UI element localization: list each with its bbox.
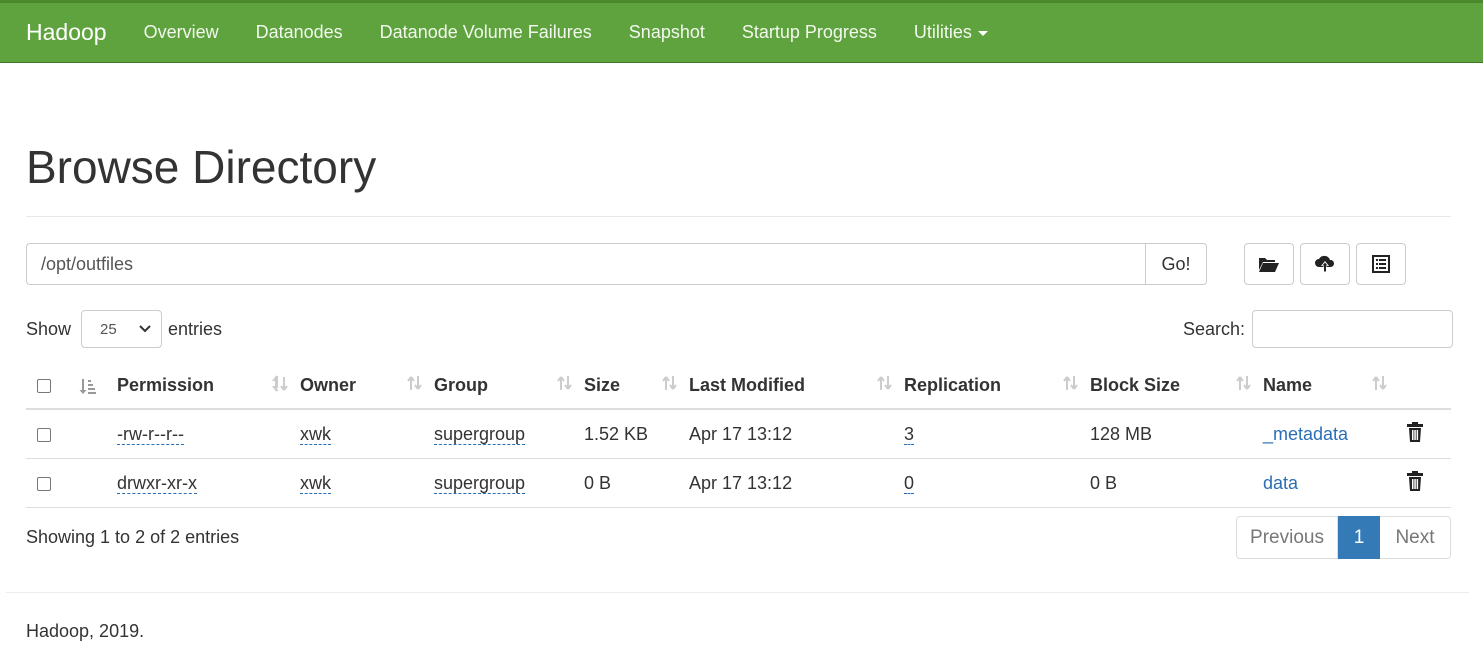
col-replication-label: Replication <box>904 374 1002 395</box>
upload-button[interactable] <box>1300 243 1350 285</box>
sort-icon <box>1371 374 1389 397</box>
previous-page-button[interactable]: Previous <box>1236 516 1338 559</box>
top-navbar: Hadoop Overview Datanodes Datanode Volum… <box>0 0 1483 63</box>
nav-startup-progress[interactable]: Startup Progress <box>742 22 877 43</box>
nav-datanodes[interactable]: Datanodes <box>256 22 343 43</box>
col-group-label: Group <box>434 374 488 395</box>
table-header-row: Permission Owner Group Size Last Modifie… <box>26 362 1451 410</box>
col-size[interactable]: Size <box>584 362 689 410</box>
sort-icon <box>876 374 894 397</box>
nav-utilities-label: Utilities <box>913 22 972 42</box>
page-title: Browse Directory <box>26 141 377 193</box>
row-checkbox[interactable] <box>37 427 51 442</box>
sort-icon <box>1062 374 1080 397</box>
sort-icon <box>406 374 424 397</box>
owner-editable[interactable]: xwk <box>300 472 331 494</box>
select-all-header <box>26 362 76 410</box>
trash-icon <box>1407 421 1423 442</box>
col-actions <box>1399 362 1451 410</box>
page-length-value: 25 <box>100 320 117 338</box>
col-owner[interactable]: Owner <box>300 362 434 410</box>
file-name-link[interactable]: _metadata <box>1263 424 1348 444</box>
group-editable[interactable]: supergroup <box>434 423 526 445</box>
col-permission[interactable]: Permission <box>117 362 300 410</box>
col-permission-label: Permission <box>117 374 215 395</box>
nav-overview[interactable]: Overview <box>144 22 219 43</box>
col-block-size[interactable]: Block Size <box>1090 362 1263 410</box>
title-divider <box>26 216 1451 217</box>
delete-button[interactable] <box>1407 421 1423 447</box>
last-modified-cell: Apr 17 13:12 <box>689 409 904 459</box>
col-last-modified-label: Last Modified <box>689 374 805 395</box>
sort-amount-asc-icon <box>79 378 96 394</box>
path-input[interactable] <box>26 243 1145 285</box>
size-cell: 1.52 KB <box>584 409 689 459</box>
search-control: Search: <box>1183 310 1454 348</box>
file-table: Permission Owner Group Size Last Modifie… <box>26 362 1451 508</box>
table-row: -rw-r--r-- xwk supergroup 1.52 KB Apr 17… <box>26 409 1451 459</box>
entries-label: entries <box>168 318 223 339</box>
nav-datanode-volume-failures[interactable]: Datanode Volume Failures <box>380 22 592 43</box>
block-size-cell: 0 B <box>1090 458 1263 508</box>
list-alt-icon <box>1372 255 1390 273</box>
sort-column-header[interactable] <box>76 362 117 410</box>
footer-divider <box>6 592 1469 593</box>
last-modified-cell: Apr 17 13:12 <box>689 458 904 508</box>
sort-icon <box>271 374 290 397</box>
search-input[interactable] <box>1252 310 1454 348</box>
size-cell: 0 B <box>584 458 689 508</box>
path-bar: Go! <box>26 243 1207 285</box>
trash-icon <box>1407 470 1423 491</box>
toolbar <box>1244 243 1406 285</box>
owner-editable[interactable]: xwk <box>300 423 331 445</box>
show-label: Show <box>26 318 72 339</box>
search-label: Search: <box>1183 318 1246 339</box>
table-info: Showing 1 to 2 of 2 entries <box>26 527 240 547</box>
col-group[interactable]: Group <box>434 362 584 410</box>
next-page-button[interactable]: Next <box>1380 516 1451 559</box>
cut-paste-list-button[interactable] <box>1356 243 1406 285</box>
nav-snapshot[interactable]: Snapshot <box>629 22 705 43</box>
page-length-control: Show 25 entries <box>26 310 222 348</box>
nav-utilities-dropdown[interactable]: Utilities <box>914 22 988 43</box>
go-button[interactable]: Go! <box>1145 243 1207 285</box>
page-length-select[interactable]: 25 <box>81 310 163 348</box>
col-name-label: Name <box>1263 374 1313 395</box>
sort-icon <box>1235 374 1253 397</box>
pagination: Previous 1 Next <box>1236 516 1451 559</box>
sort-icon <box>556 374 574 397</box>
col-block-size-label: Block Size <box>1090 374 1181 395</box>
chevron-down-icon <box>139 325 151 333</box>
col-replication[interactable]: Replication <box>904 362 1090 410</box>
cloud-upload-icon <box>1315 255 1335 272</box>
col-last-modified[interactable]: Last Modified <box>689 362 904 410</box>
caret-down-icon <box>977 31 988 36</box>
permission-editable[interactable]: drwxr-xr-x <box>117 472 197 494</box>
create-directory-button[interactable] <box>1244 243 1294 285</box>
sort-icon <box>661 374 679 397</box>
folder-open-icon <box>1259 258 1279 272</box>
col-size-label: Size <box>584 374 621 395</box>
replication-editable[interactable]: 0 <box>904 472 915 494</box>
block-size-cell: 128 MB <box>1090 409 1263 459</box>
table-row: drwxr-xr-x xwk supergroup 0 B Apr 17 13:… <box>26 458 1451 508</box>
brand-link[interactable]: Hadoop <box>26 19 107 46</box>
row-checkbox[interactable] <box>37 476 51 491</box>
file-name-link[interactable]: data <box>1263 473 1298 493</box>
delete-button[interactable] <box>1407 470 1423 496</box>
col-owner-label: Owner <box>300 374 357 395</box>
select-all-checkbox[interactable] <box>37 378 51 393</box>
col-name[interactable]: Name <box>1263 362 1399 410</box>
footer-text: Hadoop, 2019. <box>26 621 145 641</box>
permission-editable[interactable]: -rw-r--r-- <box>117 423 184 445</box>
replication-editable[interactable]: 3 <box>904 423 915 445</box>
group-editable[interactable]: supergroup <box>434 472 526 494</box>
page-1-button[interactable]: 1 <box>1338 516 1380 559</box>
